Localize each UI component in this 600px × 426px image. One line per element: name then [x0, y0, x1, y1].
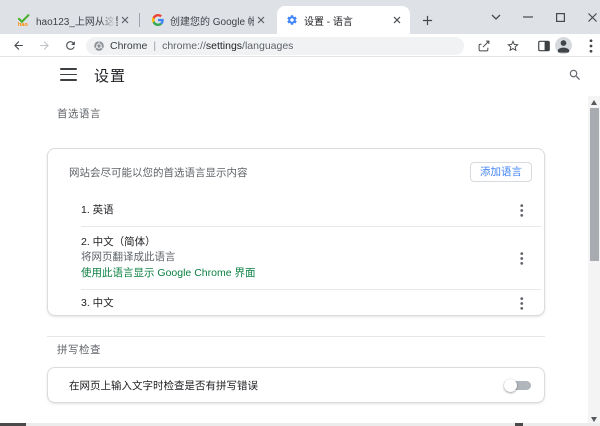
reload-button[interactable] [63, 38, 78, 53]
languages-description: 网站会尽可能以您的首选语言显示内容 [69, 165, 248, 180]
tab-separator [139, 13, 140, 27]
language-name: 1. 英语 [81, 203, 114, 218]
window-maximize-button[interactable] [547, 7, 573, 27]
spellcheck-section-label: 拼写检查 [57, 342, 101, 357]
languages-description-row: 网站会尽可能以您的首选语言显示内容 添加语言 [48, 149, 544, 195]
tab-strip: hao hao123_上网从这里开 创建您的 Google 帐号 [0, 0, 600, 34]
settings-header [0, 57, 600, 96]
window-close-button[interactable] [579, 7, 600, 27]
scrollbar-up-arrow-icon[interactable] [591, 100, 597, 105]
spellcheck-card: 在网页上输入文字时检查是否有拼写错误 [47, 367, 545, 403]
tab-close-icon[interactable] [254, 13, 268, 27]
settings-menu-hamburger-icon[interactable] [60, 68, 77, 81]
settings-search-icon[interactable] [568, 68, 583, 83]
profile-avatar[interactable] [555, 37, 572, 54]
tab-title: 创建您的 Google 帐号 [170, 13, 254, 28]
tab-title-fade [100, 12, 116, 34]
url-host: settings [206, 40, 242, 52]
page-title: 设置 [94, 65, 126, 86]
site-label: Chrome [110, 40, 147, 52]
hao123-favicon-icon: hao [17, 14, 30, 27]
google-favicon-icon [152, 14, 164, 26]
language-name: 2. 中文（简体） [81, 235, 156, 250]
url-path: /languages [242, 40, 293, 52]
language-more-kebab-icon[interactable] [516, 251, 528, 265]
language-more-kebab-icon[interactable] [516, 204, 528, 218]
window-menu-chevron-icon[interactable] [483, 7, 509, 27]
browser-menu-kebab-icon[interactable] [583, 38, 599, 54]
language-more-kebab-icon[interactable] [516, 297, 528, 311]
tab-google-account[interactable]: 创建您的 Google 帐号 [143, 6, 274, 34]
tab-settings-active[interactable]: 设置 - 语言 [277, 6, 410, 34]
section-divider [47, 336, 545, 337]
bookmark-star-button[interactable] [505, 38, 521, 54]
share-button[interactable] [476, 38, 492, 54]
address-bar[interactable]: Chrome | chrome://settings/languages [86, 37, 464, 55]
settings-content: 首选语言 网站会尽可能以您的首选语言显示内容 添加语言 1. 英语 2. 中文（… [0, 96, 588, 423]
languages-card: 网站会尽可能以您的首选语言显示内容 添加语言 1. 英语 2. 中文（简体） 将… [47, 148, 545, 316]
settings-gear-favicon-icon [286, 14, 298, 26]
side-panel-button[interactable] [536, 38, 552, 54]
language-name: 3. 中文 [81, 296, 114, 311]
scrollbar-thumb[interactable] [590, 108, 599, 261]
tab-close-icon[interactable] [390, 13, 404, 27]
language-row-chinese: 3. 中文 [48, 290, 544, 317]
page-scrollbar[interactable] [588, 96, 600, 426]
languages-section-label: 首选语言 [57, 106, 101, 121]
svg-text:hao: hao [18, 22, 29, 27]
tab-hao123[interactable]: hao hao123_上网从这里开 [8, 6, 138, 34]
back-button[interactable] [11, 38, 26, 53]
toggle-knob [504, 379, 517, 392]
url-scheme: chrome:// [162, 40, 206, 52]
new-tab-button[interactable] [420, 13, 435, 28]
tab-close-icon[interactable] [118, 13, 132, 27]
language-subtitle: 将网页翻译成此语言 [81, 250, 176, 266]
spellcheck-toggle-off[interactable] [504, 379, 531, 391]
add-language-button[interactable]: 添加语言 [470, 162, 532, 182]
browser-window: hao hao123_上网从这里开 创建您的 Google 帐号 [0, 0, 600, 426]
url-separator: | [153, 40, 156, 52]
tab-title: 设置 - 语言 [304, 13, 390, 28]
language-row-english: 1. 英语 [48, 195, 544, 226]
forward-button[interactable] [37, 38, 52, 53]
scrollbar-down-arrow-icon[interactable] [591, 417, 597, 422]
window-minimize-button[interactable] [515, 7, 541, 27]
chrome-logo-icon [93, 40, 105, 52]
language-row-chinese-simplified: 2. 中文（简体） 将网页翻译成此语言 使用此语言显示 Google Chrom… [48, 227, 544, 289]
use-language-for-ui-link[interactable]: 使用此语言显示 Google Chrome 界面 [81, 266, 255, 282]
spellcheck-toggle-label: 在网页上输入文字时检查是否有拼写错误 [69, 378, 258, 393]
